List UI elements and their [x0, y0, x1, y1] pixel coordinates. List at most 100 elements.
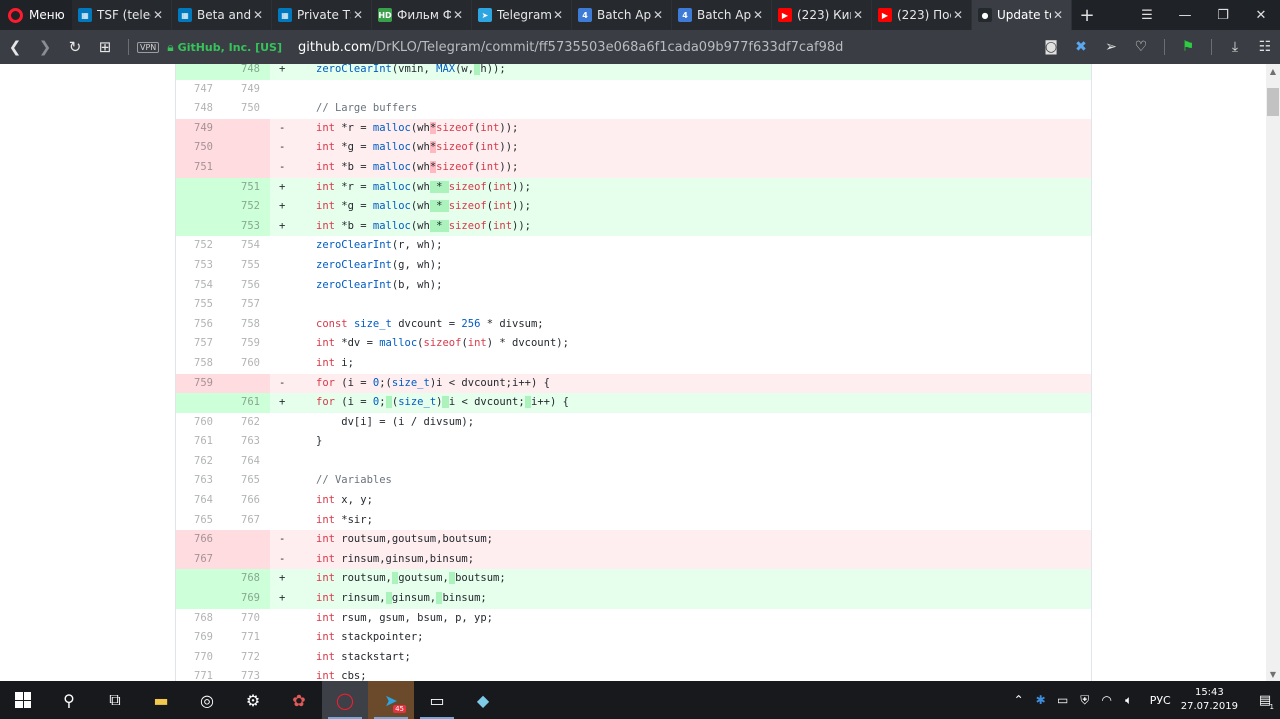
- battery-icon[interactable]: ▭: [1052, 693, 1074, 707]
- bluetooth-icon[interactable]: ✱: [1030, 693, 1052, 707]
- new-line-number[interactable]: 770: [223, 609, 270, 629]
- opera-menu-button[interactable]: Меню: [0, 0, 72, 30]
- opera-taskbar-icon[interactable]: ◯: [322, 681, 368, 719]
- url-field[interactable]: github.com/DrKLO/Telegram/commit/ff57355…: [298, 40, 843, 55]
- browser-tab[interactable]: ▦ TSF (teleg✕: [72, 0, 172, 30]
- tab-close-icon[interactable]: ✕: [651, 8, 665, 22]
- browser-tab[interactable]: ➤ Telegram ✕: [472, 0, 572, 30]
- new-line-number[interactable]: 760: [223, 354, 270, 374]
- new-line-number[interactable]: [223, 373, 270, 394]
- new-line-number[interactable]: 758: [223, 315, 270, 335]
- new-line-number[interactable]: [223, 157, 270, 178]
- browser-tab[interactable]: 4 Batch Apk✕: [672, 0, 772, 30]
- new-line-number[interactable]: 748: [223, 64, 270, 80]
- tab-close-icon[interactable]: ✕: [351, 8, 365, 22]
- old-line-number[interactable]: [176, 393, 223, 413]
- old-line-number[interactable]: [176, 216, 223, 237]
- old-line-number[interactable]: 766: [176, 530, 223, 550]
- clock[interactable]: 15:43 27.07.2019: [1181, 686, 1238, 714]
- old-line-number[interactable]: 758: [176, 354, 223, 374]
- new-line-number[interactable]: 750: [223, 99, 270, 119]
- scroll-down-arrow-icon[interactable]: ▼: [1266, 667, 1280, 681]
- settings-gear-icon[interactable]: ⚙: [230, 681, 276, 719]
- old-line-number[interactable]: [176, 197, 223, 217]
- new-line-number[interactable]: 765: [223, 471, 270, 491]
- obs-icon[interactable]: ◎: [184, 681, 230, 719]
- browser-tab[interactable]: ▶ (223) Кин✕: [772, 0, 872, 30]
- browser-tab[interactable]: ▦ Beta and c✕: [172, 0, 272, 30]
- scroll-thumb[interactable]: [1267, 88, 1279, 116]
- scroll-up-arrow-icon[interactable]: ▲: [1266, 64, 1280, 78]
- old-line-number[interactable]: 760: [176, 413, 223, 433]
- old-line-number[interactable]: 761: [176, 432, 223, 452]
- new-line-number[interactable]: 754: [223, 236, 270, 256]
- ev-certificate-name[interactable]: GitHub, Inc. [US]: [178, 41, 282, 54]
- new-line-number[interactable]: 749: [223, 80, 270, 100]
- old-line-number[interactable]: [176, 569, 223, 590]
- old-line-number[interactable]: 769: [176, 628, 223, 648]
- tab-close-icon[interactable]: ✕: [251, 8, 265, 22]
- tab-close-icon[interactable]: ✕: [951, 8, 965, 22]
- old-line-number[interactable]: 770: [176, 648, 223, 668]
- old-line-number[interactable]: 757: [176, 334, 223, 354]
- tab-close-icon[interactable]: ✕: [451, 8, 465, 22]
- back-icon[interactable]: ❮: [0, 30, 30, 64]
- wifi-icon[interactable]: ◠: [1096, 693, 1118, 707]
- new-line-number[interactable]: [223, 138, 270, 158]
- start-button[interactable]: [0, 681, 46, 719]
- old-line-number[interactable]: 753: [176, 256, 223, 276]
- old-line-number[interactable]: 763: [176, 471, 223, 491]
- notes-app-icon[interactable]: ◆: [460, 681, 506, 719]
- old-line-number[interactable]: 749: [176, 118, 223, 139]
- maximize-icon[interactable]: ❐: [1204, 0, 1242, 30]
- forward-icon[interactable]: ❯: [30, 30, 60, 64]
- browser-tab[interactable]: HD Фильм Фо✕: [372, 0, 472, 30]
- search-icon[interactable]: ⚲: [46, 681, 92, 719]
- new-line-number[interactable]: 762: [223, 413, 270, 433]
- new-line-number[interactable]: 769: [223, 589, 270, 609]
- browser-tab[interactable]: ▶ (223) Пос ✕: [872, 0, 972, 30]
- old-line-number[interactable]: 755: [176, 295, 223, 315]
- show-hidden-icons-icon[interactable]: ⌃: [1008, 693, 1030, 707]
- tab-close-icon[interactable]: ✕: [551, 8, 565, 22]
- new-line-number[interactable]: [223, 530, 270, 550]
- old-line-number[interactable]: 754: [176, 276, 223, 296]
- new-line-number[interactable]: 751: [223, 177, 270, 198]
- minimize-icon[interactable]: —: [1166, 0, 1204, 30]
- old-line-number[interactable]: 764: [176, 491, 223, 511]
- heart-icon[interactable]: ♡: [1126, 30, 1156, 64]
- new-line-number[interactable]: 757: [223, 295, 270, 315]
- new-line-number[interactable]: 764: [223, 452, 270, 472]
- old-line-number[interactable]: 759: [176, 373, 223, 394]
- new-line-number[interactable]: 759: [223, 334, 270, 354]
- browser-tab[interactable]: ● Update to ✕: [972, 0, 1072, 30]
- new-line-number[interactable]: 771: [223, 628, 270, 648]
- new-line-number[interactable]: [223, 118, 270, 139]
- easy-setup-icon[interactable]: ☷: [1250, 30, 1280, 64]
- vertical-scrollbar[interactable]: ▲ ▼: [1266, 64, 1280, 681]
- new-tab-button[interactable]: +: [1072, 0, 1102, 30]
- old-line-number[interactable]: 747: [176, 80, 223, 100]
- new-line-number[interactable]: 766: [223, 491, 270, 511]
- speed-dial-icon[interactable]: ⊞: [90, 30, 120, 64]
- new-line-number[interactable]: 756: [223, 276, 270, 296]
- old-line-number[interactable]: 767: [176, 549, 223, 570]
- task-view-icon[interactable]: ⧉: [92, 681, 138, 719]
- old-line-number[interactable]: 765: [176, 511, 223, 531]
- new-line-number[interactable]: 763: [223, 432, 270, 452]
- reload-icon[interactable]: ↻: [60, 30, 90, 64]
- adblock-icon[interactable]: ✖: [1066, 30, 1096, 64]
- tab-close-icon[interactable]: ✕: [1051, 8, 1065, 22]
- browser-tab[interactable]: ▦ Private TS✕: [272, 0, 372, 30]
- old-line-number[interactable]: [176, 589, 223, 609]
- volume-icon[interactable]: 🔈︎: [1118, 693, 1140, 708]
- defender-icon[interactable]: ⛨: [1074, 693, 1096, 708]
- new-line-number[interactable]: 761: [223, 393, 270, 413]
- snapshot-icon[interactable]: ◙: [1036, 30, 1066, 64]
- browser-tab[interactable]: 4 Batch Apk✕: [572, 0, 672, 30]
- old-line-number[interactable]: 751: [176, 157, 223, 178]
- new-line-number[interactable]: 767: [223, 511, 270, 531]
- old-line-number[interactable]: 748: [176, 99, 223, 119]
- old-line-number[interactable]: 762: [176, 452, 223, 472]
- close-window-icon[interactable]: ✕: [1242, 0, 1280, 30]
